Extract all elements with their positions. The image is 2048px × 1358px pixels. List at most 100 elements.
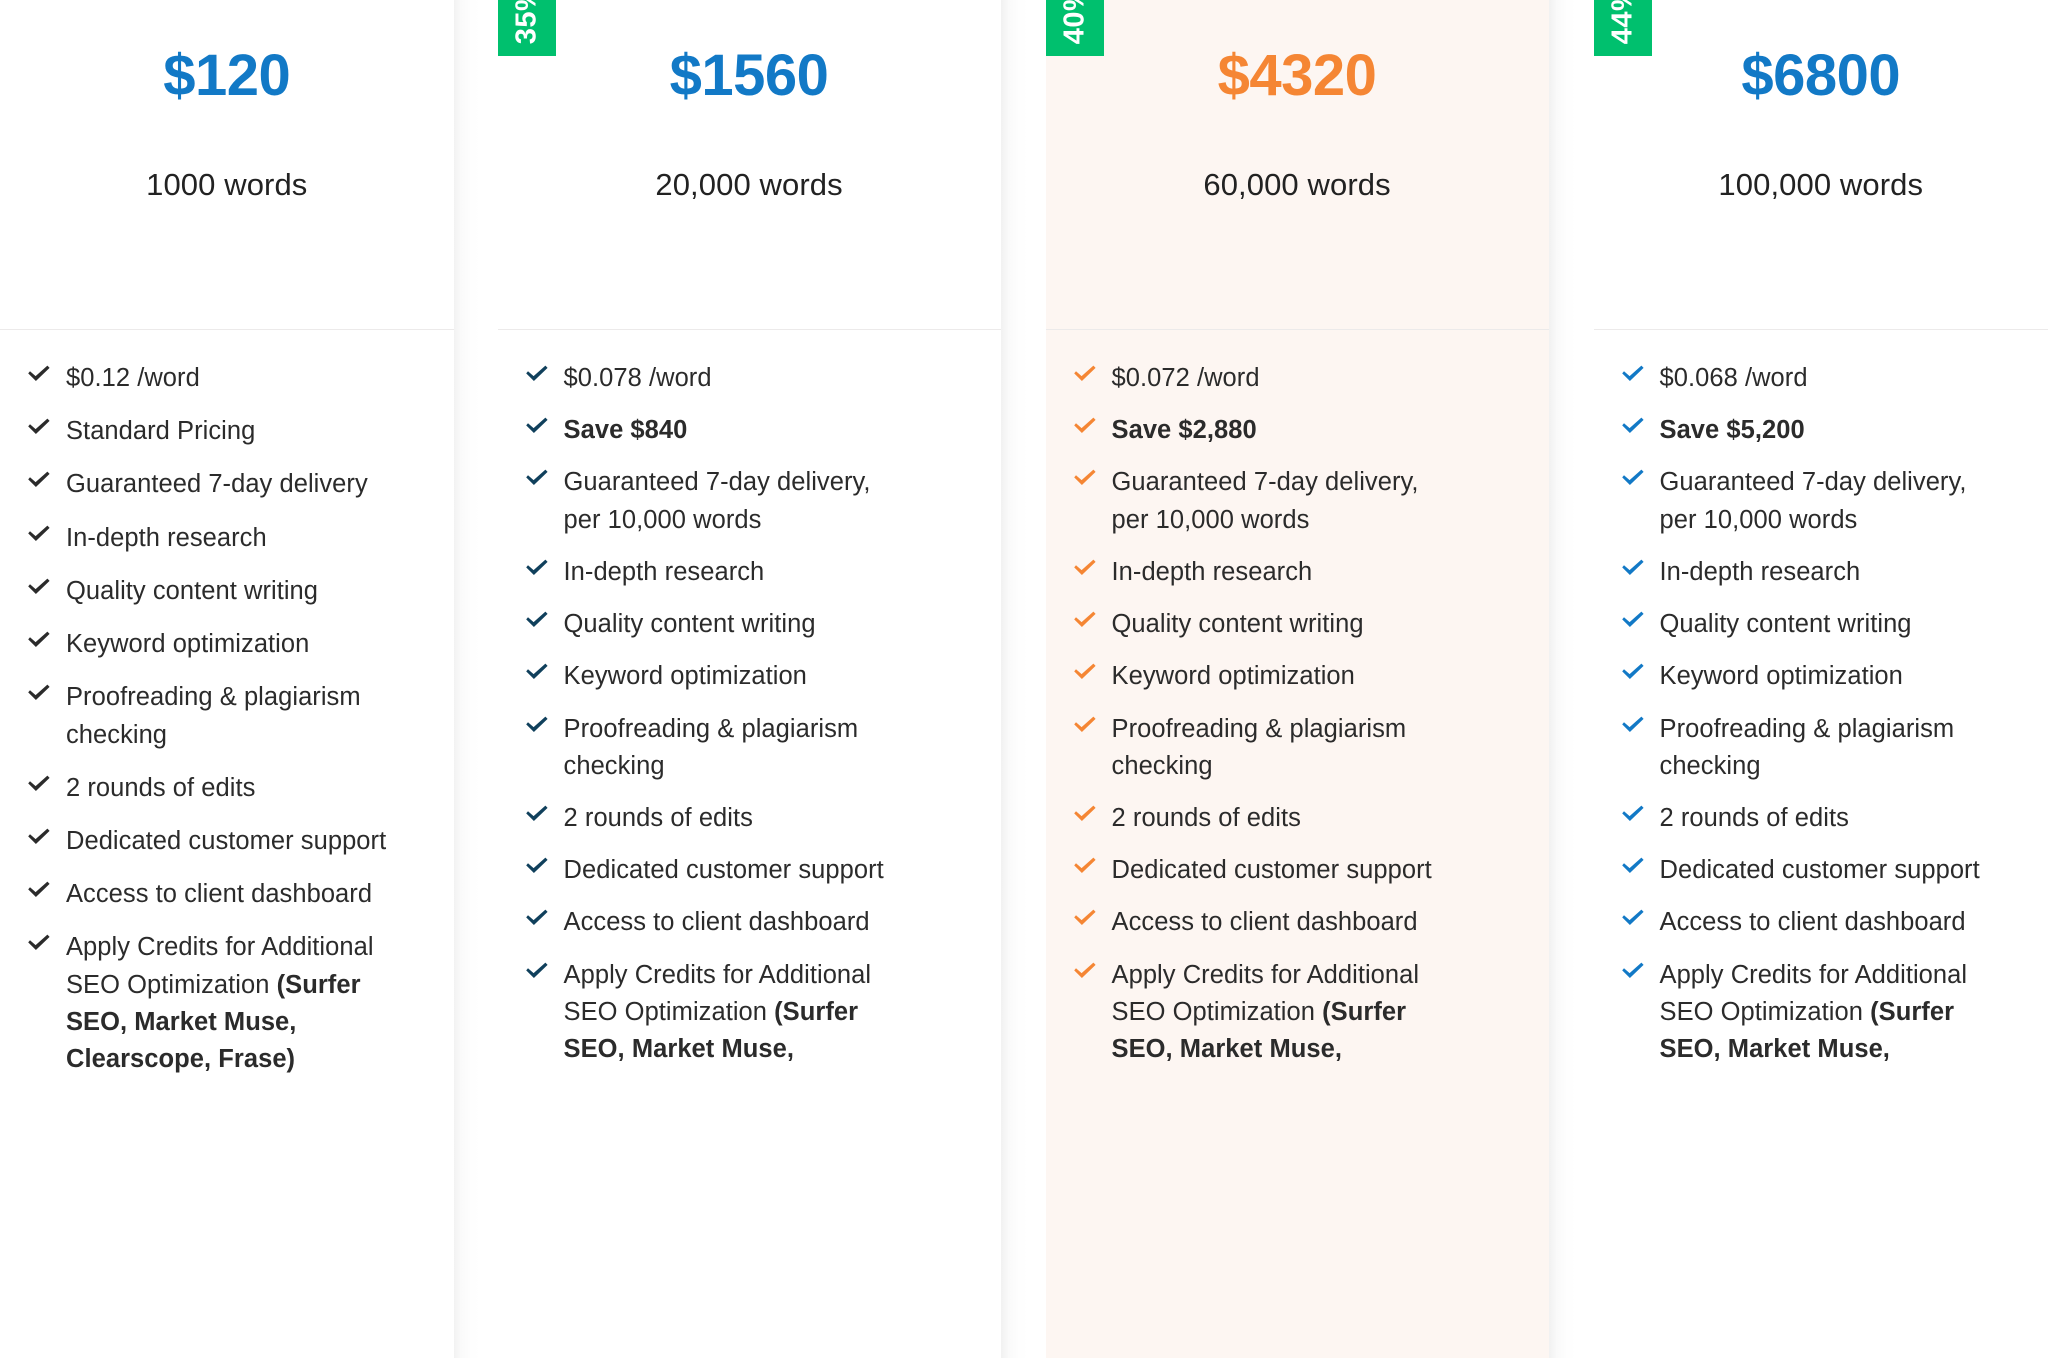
feature-item: $0.068 /word: [1620, 360, 2024, 397]
feature-label: Proofreading & plagiarism checking: [1111, 714, 1407, 780]
check-icon: [1620, 800, 1652, 825]
feature-label: Apply Credits for Additional SEO Optimiz…: [563, 960, 872, 1064]
discount-badge-label-4: 44%: [1606, 0, 1639, 44]
feature-item: Dedicated customer support: [1620, 852, 2024, 889]
feature-label: $0.072 /word: [1111, 364, 1260, 392]
header-divider-3: [1045, 329, 1549, 330]
feature-item: Access to client dashboard: [26, 876, 430, 913]
check-icon: [524, 360, 556, 385]
check-icon: [1072, 957, 1104, 982]
feature-label: Apply Credits for Additional SEO Optimiz…: [1111, 960, 1420, 1064]
feature-label: In-depth research: [563, 557, 765, 586]
feature-label-emphasis: (Surfer SEO, Market Muse,: [563, 997, 859, 1064]
check-icon: [26, 466, 58, 491]
feature-label: Dedicated customer support: [1111, 856, 1432, 885]
pricing-column-3[interactable]: 40% $4320 60,000 words $0.072 /word Save …: [1045, 0, 1549, 1358]
plan-price-4: $6800: [1741, 43, 1901, 108]
plan-word-count-2: 20,000 words: [655, 166, 843, 202]
check-icon: [1620, 360, 1652, 385]
feature-label: $0.078 /word: [563, 364, 712, 392]
check-icon: [26, 413, 58, 438]
check-icon: [26, 770, 58, 795]
feature-item: Dedicated customer support: [1072, 852, 1525, 889]
plan-price-2: $1560: [669, 43, 829, 108]
plan-word-count-1: 1000 words: [146, 166, 308, 202]
feature-item: 2 rounds of edits: [26, 770, 430, 807]
feature-label: In-depth research: [66, 523, 267, 552]
check-icon: [524, 658, 556, 683]
feature-item: Guaranteed 7-day delivery, per 10,000 wo…: [1620, 464, 2024, 538]
plan-word-count-3: 60,000 words: [1203, 166, 1391, 202]
feature-item: In-depth research: [1072, 554, 1525, 591]
feature-label: Dedicated customer support: [563, 856, 884, 885]
column-gap-3: [1548, 0, 1594, 1358]
feature-label: Quality content writing: [1111, 610, 1364, 639]
feature-label: In-depth research: [1111, 557, 1313, 586]
feature-label: Access to client dashboard: [1659, 908, 1966, 937]
feature-item: 2 rounds of edits: [524, 800, 977, 837]
feature-list-3: $0.072 /word Save $2,880 Guaranteed 7-day …: [1046, 330, 1549, 1068]
pricing-column-2[interactable]: 35% $1560 20,000 words $0.078 /word Save …: [497, 0, 1001, 1358]
check-icon: [1620, 554, 1652, 579]
feature-item: Apply Credits for Additional SEO Optimiz…: [524, 957, 977, 1069]
check-icon: [1072, 711, 1104, 736]
feature-list-4: $0.068 /word Save $5,200 Guaranteed 7-day …: [1594, 330, 2048, 1068]
feature-item: In-depth research: [26, 520, 430, 557]
feature-item: Access to client dashboard: [1072, 904, 1525, 941]
discount-badge-label-3: 40%: [1058, 0, 1091, 44]
feature-item: 2 rounds of edits: [1072, 800, 1525, 837]
plan-header-2: $1560 20,000 words: [497, 0, 1001, 330]
feature-item: Quality content writing: [1620, 606, 2024, 643]
feature-item: Quality content writing: [1072, 606, 1525, 643]
feature-label: Quality content writing: [563, 610, 816, 639]
feature-label: Save $5,200: [1659, 416, 1805, 445]
feature-label: Keyword optimization: [1111, 662, 1355, 691]
feature-label: Apply Credits for Additional SEO Optimiz…: [1659, 960, 1968, 1064]
check-icon: [1620, 904, 1652, 929]
feature-item: Quality content writing: [524, 606, 977, 643]
feature-label: $0.12 /word: [66, 364, 200, 392]
header-divider-1: [0, 329, 454, 330]
pricing-column-1[interactable]: $120 1000 words $0.12 /word Standard Pric…: [0, 0, 454, 1358]
check-icon: [524, 412, 556, 437]
check-icon: [26, 360, 58, 385]
feature-item: $0.078 /word: [524, 360, 977, 397]
feature-item: Access to client dashboard: [524, 904, 977, 941]
check-icon: [1072, 800, 1104, 825]
check-icon: [1620, 957, 1652, 982]
check-icon: [26, 626, 58, 651]
pricing-column-4[interactable]: 44% $6800 100,000 words $0.068 /word Save…: [1593, 0, 2048, 1358]
check-icon: [1620, 606, 1652, 631]
feature-label-emphasis: (Surfer SEO, Market Muse,: [1111, 997, 1407, 1064]
check-icon: [1072, 360, 1104, 385]
feature-label-emphasis: (Surfer SEO, Market Muse,: [1659, 997, 1955, 1064]
feature-label: Guaranteed 7-day delivery: [66, 470, 368, 499]
feature-list-2: $0.078 /word Save $840 Guaranteed 7-day de…: [498, 330, 1001, 1068]
check-icon: [26, 929, 58, 954]
check-icon: [524, 904, 556, 929]
plan-word-count-4: 100,000 words: [1718, 166, 1924, 202]
feature-item: Standard Pricing: [26, 413, 430, 450]
feature-item: Save $2,880: [1072, 412, 1525, 449]
feature-label: Quality content writing: [66, 576, 319, 605]
check-icon: [524, 554, 556, 579]
feature-item: Guaranteed 7-day delivery: [26, 466, 430, 503]
check-icon: [1620, 464, 1652, 489]
check-icon: [1620, 711, 1652, 736]
check-icon: [26, 573, 58, 598]
check-icon: [1072, 904, 1104, 929]
plan-header-1: $120 1000 words: [0, 0, 454, 330]
feature-label: Proofreading & plagiarism checking: [563, 714, 859, 780]
check-icon: [1620, 412, 1652, 437]
feature-item: Apply Credits for Additional SEO Optimiz…: [26, 929, 430, 1078]
feature-item: In-depth research: [524, 554, 977, 591]
feature-label: Access to client dashboard: [1111, 908, 1418, 937]
feature-label: Guaranteed 7-day delivery, per 10,000 wo…: [1659, 468, 1967, 534]
feature-item: Keyword optimization: [1620, 658, 2024, 695]
feature-item: Proofreading & plagiarism checking: [524, 711, 977, 785]
feature-item: Keyword optimization: [26, 626, 430, 663]
check-icon: [524, 800, 556, 825]
pricing-table: $120 1000 words $0.12 /word Standard Pric…: [0, 0, 2048, 1358]
plan-header-3: $4320 60,000 words: [1045, 0, 1549, 330]
feature-item: Dedicated customer support: [26, 823, 430, 860]
